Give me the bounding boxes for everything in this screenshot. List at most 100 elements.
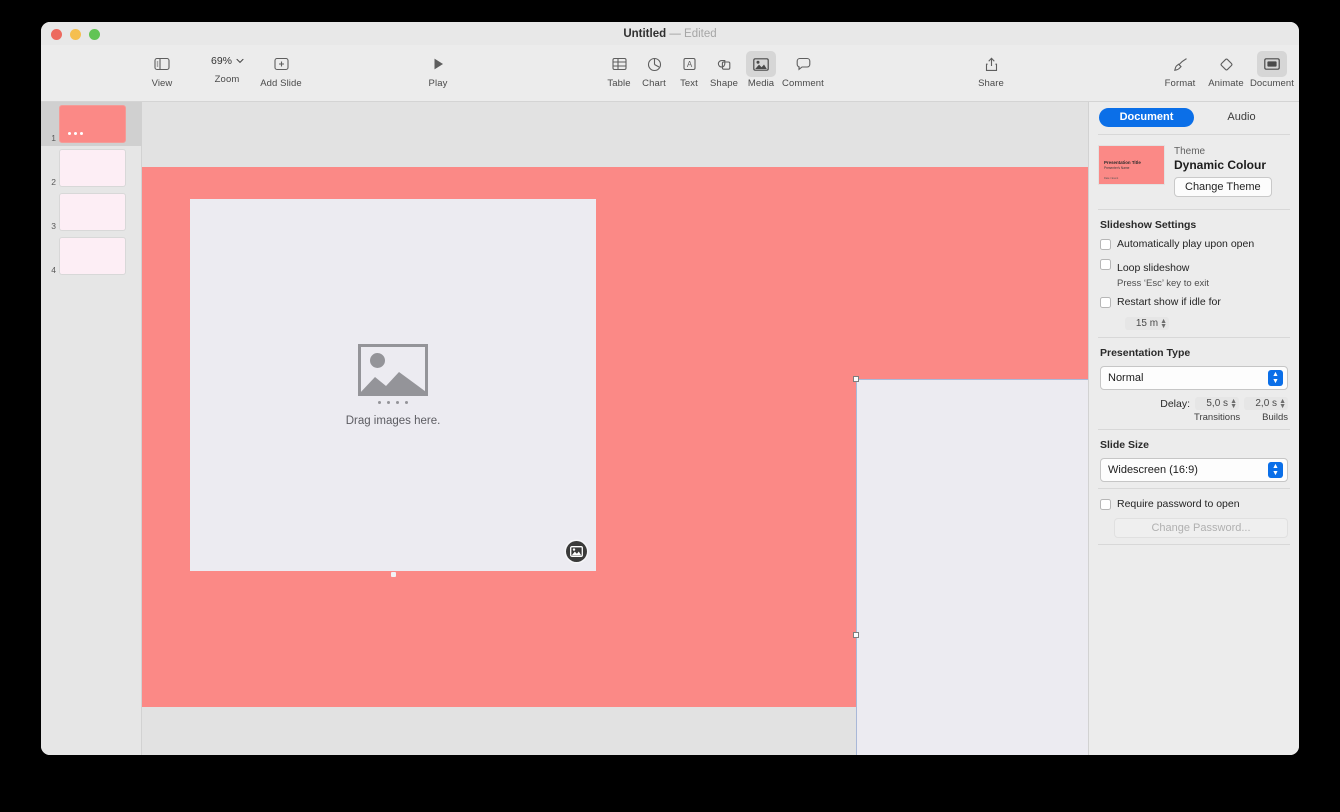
resize-handle-middle-left[interactable] — [853, 632, 859, 638]
toolbar: View 69% Zoom Add Slide — [41, 45, 1299, 102]
change-theme-button[interactable]: Change Theme — [1174, 177, 1272, 197]
toolbar-play-button[interactable]: Play — [409, 51, 467, 89]
require-password-row[interactable]: Require password to open — [1100, 498, 1288, 511]
stepper-arrows-icon[interactable]: ▲▼ — [1230, 399, 1237, 409]
presentation-type-section: Presentation Type Normal ▲▼ Delay: 5,0 s… — [1089, 338, 1299, 429]
tab-audio[interactable]: Audio — [1194, 108, 1289, 127]
slide-thumbnail-4[interactable]: 4 — [41, 234, 142, 278]
toolbar-format-label: Format — [1165, 78, 1196, 89]
toolbar-document-button[interactable]: Document — [1243, 51, 1299, 89]
image-placeholder-caption-1: Drag images here. — [346, 415, 441, 427]
restart-idle-checkbox[interactable] — [1100, 297, 1111, 308]
image-placeholder-dots — [358, 401, 428, 404]
share-icon — [985, 51, 998, 77]
svg-text:A: A — [686, 60, 692, 69]
inspector-tabs[interactable]: Document Audio — [1089, 102, 1299, 134]
slide-thumbnail-1[interactable]: 1 — [41, 102, 142, 146]
slide-thumbnail-3[interactable]: 3 — [41, 190, 142, 234]
slideshow-settings-section: Slideshow Settings Automatically play up… — [1089, 210, 1299, 337]
slide-size-select[interactable]: Widescreen (16:9) ▲▼ — [1100, 458, 1288, 482]
shape-icon — [717, 51, 732, 77]
theme-section: Presentation Title Presenter's Name Date… — [1089, 135, 1299, 209]
toolbar-comment-label: Comment — [782, 78, 824, 89]
auto-play-label: Automatically play upon open — [1117, 238, 1254, 251]
loop-slideshow-checkbox[interactable] — [1100, 259, 1111, 270]
animate-icon — [1219, 51, 1234, 77]
theme-thumb-footer: Date / Event — [1104, 177, 1118, 180]
toolbar-view-label: View — [152, 78, 173, 89]
toolbar-share-label: Share — [978, 78, 1004, 89]
restart-idle-label: Restart show if idle for — [1117, 296, 1221, 309]
select-arrows-icon[interactable]: ▲▼ — [1268, 370, 1283, 386]
theme-name: Dynamic Colour — [1174, 158, 1272, 172]
builds-caption: Builds — [1262, 412, 1288, 423]
image-placeholder-2[interactable]: Drag images here. — [856, 379, 1088, 755]
toolbar-add-slide-button[interactable]: Add Slide — [221, 51, 341, 89]
delay-captions: Transitions Builds — [1100, 412, 1288, 423]
stepper-arrows-icon[interactable]: ▲▼ — [1279, 399, 1286, 409]
transitions-delay-stepper[interactable]: 5,0 s ▲▼ — [1195, 397, 1239, 410]
slide-number-4: 4 — [41, 265, 59, 278]
slide-size-value: Widescreen (16:9) — [1108, 464, 1198, 476]
title-bar: Untitled — Edited — [41, 22, 1299, 45]
document-state: Edited — [684, 28, 717, 40]
restart-idle-row[interactable]: Restart show if idle for — [1100, 296, 1288, 309]
media-badge-button-1[interactable] — [566, 541, 587, 562]
loop-slideshow-hint: Press ‘Esc’ key to exit — [1117, 278, 1209, 289]
auto-play-row[interactable]: Automatically play upon open — [1100, 238, 1288, 251]
toolbar-play-label: Play — [429, 78, 448, 89]
delay-label: Delay: — [1160, 398, 1190, 410]
transitions-caption: Transitions — [1194, 412, 1240, 423]
slide-size-title: Slide Size — [1100, 439, 1288, 451]
tab-document[interactable]: Document — [1099, 108, 1194, 127]
comment-icon — [796, 51, 811, 77]
placeholder-1-anchor-dot[interactable] — [391, 572, 396, 577]
select-arrows-icon[interactable]: ▲▼ — [1268, 462, 1283, 478]
slide-navigator[interactable]: 1 2 3 4 — [41, 102, 142, 755]
theme-thumbnail[interactable]: Presentation Title Presenter's Name Date… — [1098, 145, 1165, 185]
theme-thumb-subtitle: Presenter's Name — [1104, 166, 1129, 170]
idle-duration-stepper[interactable]: 15 m ▲▼ — [1125, 317, 1169, 330]
paintbrush-icon — [1173, 51, 1188, 77]
loop-slideshow-row[interactable]: Loop slideshow Press ‘Esc’ key to exit — [1100, 258, 1288, 289]
document-title: Untitled — Edited — [41, 28, 1299, 40]
slide-thumbnail-image-2 — [59, 149, 126, 187]
presentation-type-select[interactable]: Normal ▲▼ — [1100, 366, 1288, 390]
change-password-button: Change Password... — [1114, 518, 1288, 538]
inspector-panel: Document Audio Presentation Title Presen… — [1088, 102, 1299, 755]
toolbar-add-slide-label: Add Slide — [260, 78, 302, 89]
stepper-arrows-icon[interactable]: ▲▼ — [1160, 319, 1167, 329]
slideshow-settings-title: Slideshow Settings — [1100, 219, 1288, 231]
image-placeholder-1[interactable]: Drag images here. — [190, 199, 596, 571]
slide-canvas-area[interactable]: Drag images here. — [142, 102, 1088, 755]
slide-thumbnail-image-1 — [59, 105, 126, 143]
delay-row: Delay: 5,0 s ▲▼ 2,0 s ▲▼ — [1100, 397, 1288, 410]
divider — [1098, 544, 1290, 545]
toolbar-animate-label: Animate — [1208, 78, 1244, 89]
builds-delay-value: 2,0 s — [1255, 398, 1277, 409]
theme-thumb-title: Presentation Title — [1104, 160, 1141, 165]
sidebar-icon — [154, 51, 170, 77]
require-password-label: Require password to open — [1117, 498, 1240, 511]
auto-play-checkbox[interactable] — [1100, 239, 1111, 250]
main-area: 1 2 3 4 — [41, 102, 1299, 755]
slide-canvas[interactable]: Drag images here. — [142, 167, 1088, 707]
builds-delay-stepper[interactable]: 2,0 s ▲▼ — [1244, 397, 1288, 410]
slide-thumbnail-image-4 — [59, 237, 126, 275]
toolbar-media-label: Media — [748, 78, 774, 89]
idle-duration-value: 15 m — [1136, 318, 1158, 329]
toolbar-view-button[interactable]: View — [133, 51, 191, 89]
slide-number-3: 3 — [41, 221, 59, 234]
toolbar-comment-button[interactable]: Comment — [774, 51, 832, 89]
image-placeholder-icon — [358, 344, 428, 401]
require-password-checkbox[interactable] — [1100, 499, 1111, 510]
slide-number-1: 1 — [41, 133, 59, 146]
play-icon — [432, 51, 445, 77]
resize-handle-top-left[interactable] — [853, 376, 859, 382]
keynote-window: Untitled — Edited View 69% Zoom — [41, 22, 1299, 755]
toolbar-share-button[interactable]: Share — [962, 51, 1020, 89]
loop-slideshow-label: Loop slideshow — [1117, 262, 1189, 274]
title-separator: — — [669, 28, 681, 40]
presentation-type-title: Presentation Type — [1100, 347, 1288, 359]
slide-thumbnail-2[interactable]: 2 — [41, 146, 142, 190]
